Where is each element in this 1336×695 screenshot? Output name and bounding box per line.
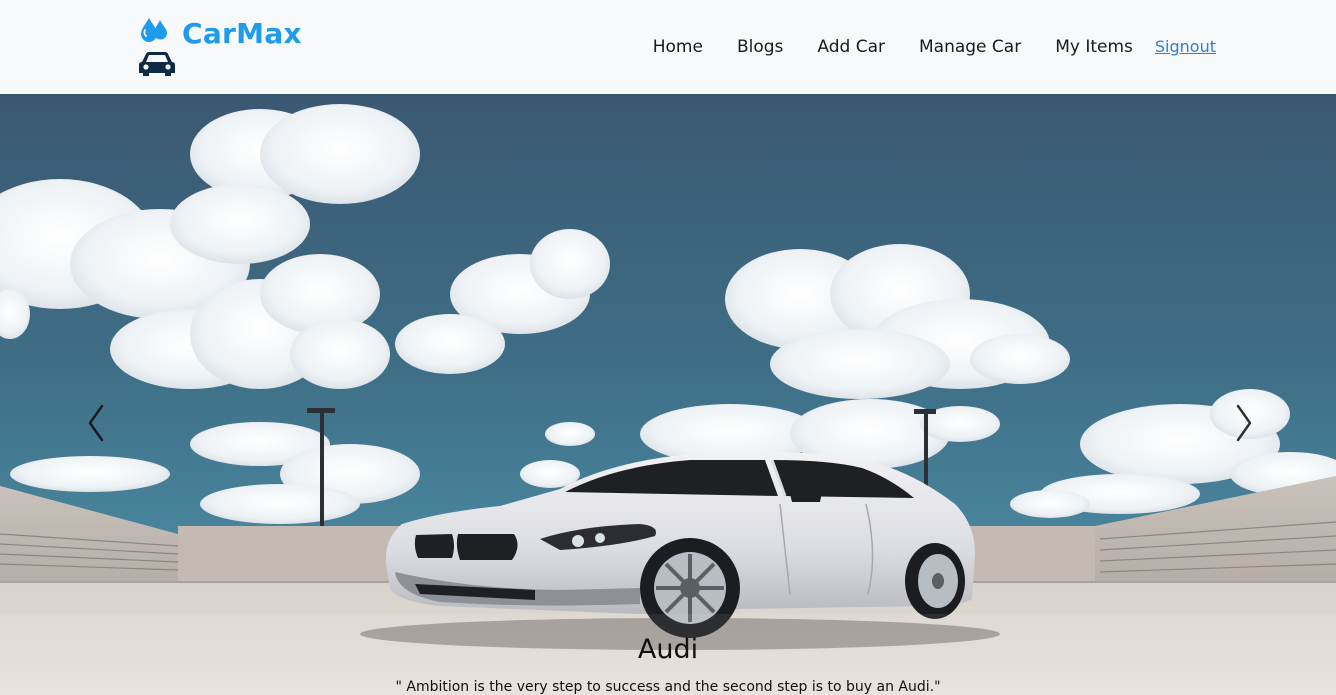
- chevron-right-icon: [1236, 404, 1252, 442]
- car-icon: [139, 52, 175, 76]
- navbar: CarMax Home Blogs Add Car Manage Car My …: [0, 0, 1336, 94]
- slide-title: Audi: [637, 634, 699, 665]
- carousel-slide-image: [0, 94, 1336, 695]
- brand-name: CarMax: [182, 17, 302, 50]
- main-nav: Home Blogs Add Car Manage Car My Items S…: [653, 32, 1216, 62]
- nav-blogs-link[interactable]: Blogs: [737, 32, 783, 62]
- nav-my-items-link[interactable]: My Items: [1055, 32, 1133, 62]
- chevron-left-icon: [88, 404, 104, 442]
- carousel-prev-button[interactable]: [82, 400, 112, 446]
- nav-add-car-link[interactable]: Add Car: [817, 32, 885, 62]
- water-drops-icon: [141, 18, 167, 42]
- brand-logo-link[interactable]: CarMax: [136, 14, 316, 80]
- hero-carousel: Audi " Ambition is the very step to succ…: [0, 94, 1336, 695]
- signout-link[interactable]: Signout: [1155, 32, 1216, 62]
- carousel-next-button[interactable]: [1228, 400, 1258, 446]
- carousel-caption: Audi " Ambition is the very step to succ…: [0, 632, 1336, 695]
- slide-quote: " Ambition is the very step to success a…: [395, 679, 941, 695]
- nav-manage-car-link[interactable]: Manage Car: [919, 32, 1021, 62]
- nav-home-link[interactable]: Home: [653, 32, 703, 62]
